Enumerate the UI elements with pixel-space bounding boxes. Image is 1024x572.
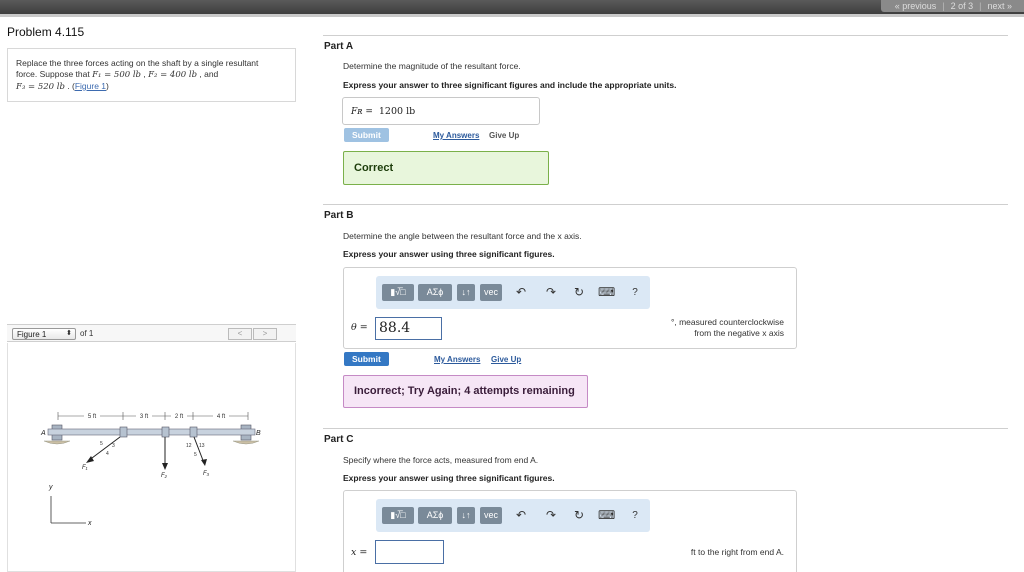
shaft-figure: 5 ft 3 ft 2 ft 4 ft A B F₁ 5 3 4 F₂ F₃ 1… bbox=[40, 411, 261, 527]
figure-select-value: Figure 1 bbox=[17, 330, 47, 339]
part-a-submit-button[interactable]: Submit bbox=[344, 128, 389, 142]
ratio-label: 12 bbox=[186, 443, 192, 449]
redo-icon[interactable]: ↷ bbox=[544, 507, 558, 524]
part-b-title: Part B bbox=[324, 210, 354, 221]
redo-icon[interactable]: ↷ bbox=[544, 284, 558, 301]
problem-title: Problem 4.115 bbox=[7, 25, 85, 39]
figure-header: Figure 1 ⬍ of 1 < > bbox=[7, 324, 296, 342]
problem-text-line1: Replace the three forces acting on the s… bbox=[16, 58, 259, 68]
reset-icon[interactable]: ↻ bbox=[572, 507, 586, 524]
part-a-divider bbox=[323, 35, 1008, 36]
dim-label: 3 ft bbox=[140, 414, 149, 420]
part-c-divider bbox=[323, 428, 1008, 429]
help-icon[interactable]: ? bbox=[628, 507, 642, 524]
problem-text-part: . ( bbox=[64, 81, 75, 91]
previous-link[interactable]: « previous bbox=[889, 1, 943, 11]
problem-statement: Replace the three forces acting on the s… bbox=[7, 48, 296, 102]
top-bar-accent bbox=[0, 14, 1024, 17]
part-c-prompt: Specify where the force acts, measured f… bbox=[343, 455, 539, 465]
position-indicator: 2 of 3 bbox=[950, 1, 974, 11]
problem-text-part: ) bbox=[106, 81, 109, 91]
templates-button[interactable]: ▮√̅□ bbox=[382, 507, 414, 524]
part-b-units-line1: °, measured counterclockwise bbox=[670, 317, 784, 327]
greek-symbols-button[interactable]: AΣϕ bbox=[418, 507, 452, 524]
part-c-units: ft to the right from end A. bbox=[690, 547, 784, 557]
force-f2: F₂ = 400 lb bbox=[148, 70, 198, 80]
part-b-instruction: Express your answer using three signific… bbox=[343, 249, 555, 259]
axis-x-label: x bbox=[87, 520, 92, 527]
ratio-label: 5 bbox=[100, 441, 103, 447]
keyboard-icon[interactable]: ⌨ bbox=[598, 284, 615, 301]
part-b-variable: θ = bbox=[351, 322, 368, 333]
part-b-prompt: Determine the angle between the resultan… bbox=[343, 231, 582, 241]
label-b: B bbox=[256, 430, 261, 437]
part-b-units-line2: from the negative x axis bbox=[694, 328, 784, 338]
part-b-my-answers-link[interactable]: My Answers bbox=[434, 355, 480, 364]
arrows-button[interactable]: ↓↑ bbox=[457, 507, 475, 524]
figure-prev-button[interactable]: < bbox=[228, 328, 252, 340]
part-b-feedback: Incorrect; Try Again; 4 attempts remaini… bbox=[343, 375, 588, 408]
ratio-label: 13 bbox=[199, 443, 205, 449]
part-b-toolbar: ▮√̅□ AΣϕ ↓↑ vec ↶ ↷ ↻ ⌨ ? bbox=[376, 276, 650, 309]
next-link[interactable]: next » bbox=[981, 1, 1018, 11]
part-b-editor: ▮√̅□ AΣϕ ↓↑ vec ↶ ↷ ↻ ⌨ ? θ = 88.4 °, me… bbox=[343, 267, 797, 349]
undo-icon[interactable]: ↶ bbox=[514, 507, 528, 524]
problem-text-line2: force. Suppose that F₁ = 500 lb , F₂ = 4… bbox=[16, 69, 287, 81]
greek-symbols-button[interactable]: AΣϕ bbox=[418, 284, 452, 301]
part-b-units: °, measured counterclockwise from the ne… bbox=[564, 317, 784, 339]
part-c-input[interactable] bbox=[375, 540, 444, 564]
part-c-title: Part C bbox=[324, 434, 354, 445]
label-f3: F₃ bbox=[203, 471, 210, 477]
figure-area: 5 ft 3 ft 2 ft 4 ft A B F₁ 5 3 4 F₂ F₃ 1… bbox=[7, 343, 296, 572]
force-f3: F₃ = 520 lb bbox=[16, 82, 65, 92]
keyboard-icon[interactable]: ⌨ bbox=[598, 507, 615, 524]
part-a-instruction: Express your answer to three significant… bbox=[343, 80, 677, 90]
part-a-my-answers-link[interactable]: My Answers bbox=[433, 131, 479, 140]
ratio-label: 4 bbox=[106, 451, 109, 457]
problem-text-part: force. Suppose that bbox=[16, 69, 93, 79]
select-arrows-icon: ⬍ bbox=[66, 330, 72, 337]
part-a-give-up-link[interactable]: Give Up bbox=[489, 131, 519, 140]
top-bar: « previous | 2 of 3 | next » bbox=[0, 0, 1024, 17]
label-a: A bbox=[40, 430, 46, 437]
problem-nav: « previous | 2 of 3 | next » bbox=[880, 0, 1024, 12]
part-a-title: Part A bbox=[324, 41, 354, 52]
label-f2: F₂ bbox=[161, 473, 168, 479]
undo-icon[interactable]: ↶ bbox=[514, 284, 528, 301]
force-f1: F₁ = 500 lb bbox=[92, 70, 141, 80]
problem-text-part: , and bbox=[197, 69, 219, 79]
label-f1: F₁ bbox=[82, 465, 88, 471]
dim-label: 2 ft bbox=[175, 414, 184, 420]
part-b-input[interactable]: 88.4 bbox=[375, 317, 442, 340]
part-c-variable: x = bbox=[351, 547, 368, 558]
templates-button[interactable]: ▮√̅□ bbox=[382, 284, 414, 301]
problem-text-line3: F₃ = 520 lb . (Figure 1) bbox=[16, 81, 287, 93]
figure-count: of 1 bbox=[80, 329, 94, 338]
figure-next-button[interactable]: > bbox=[253, 328, 277, 340]
part-a-prompt: Determine the magnitude of the resultant… bbox=[343, 61, 521, 71]
arrows-button[interactable]: ↓↑ bbox=[457, 284, 475, 301]
part-a-variable: Fʀ = bbox=[351, 107, 373, 117]
part-a-answer[interactable]: Fʀ = 1200 lb bbox=[342, 97, 540, 125]
part-c-instruction: Express your answer using three signific… bbox=[343, 473, 555, 483]
vector-button[interactable]: vec bbox=[480, 507, 502, 524]
help-icon[interactable]: ? bbox=[628, 284, 642, 301]
dim-label: 4 ft bbox=[217, 414, 226, 420]
figure-select[interactable]: Figure 1 ⬍ bbox=[12, 328, 76, 340]
figure-link[interactable]: Figure 1 bbox=[75, 81, 106, 91]
part-b-submit-button[interactable]: Submit bbox=[344, 352, 389, 366]
axis-y-label: y bbox=[48, 484, 53, 491]
part-c-editor: ▮√̅□ AΣϕ ↓↑ vec ↶ ↷ ↻ ⌨ ? x = ft to the … bbox=[343, 490, 797, 572]
reset-icon[interactable]: ↻ bbox=[572, 284, 586, 301]
shaft bbox=[47, 428, 256, 436]
part-b-give-up-link[interactable]: Give Up bbox=[491, 355, 521, 364]
part-a-feedback: Correct bbox=[343, 151, 549, 185]
part-a-value: 1200 lb bbox=[378, 106, 416, 117]
vector-button[interactable]: vec bbox=[480, 284, 502, 301]
ratio-label: 3 bbox=[112, 443, 115, 449]
part-b-divider bbox=[323, 204, 1008, 205]
ratio-label: 5 bbox=[194, 452, 197, 458]
dim-label: 5 ft bbox=[88, 414, 97, 420]
part-c-toolbar: ▮√̅□ AΣϕ ↓↑ vec ↶ ↷ ↻ ⌨ ? bbox=[376, 499, 650, 532]
